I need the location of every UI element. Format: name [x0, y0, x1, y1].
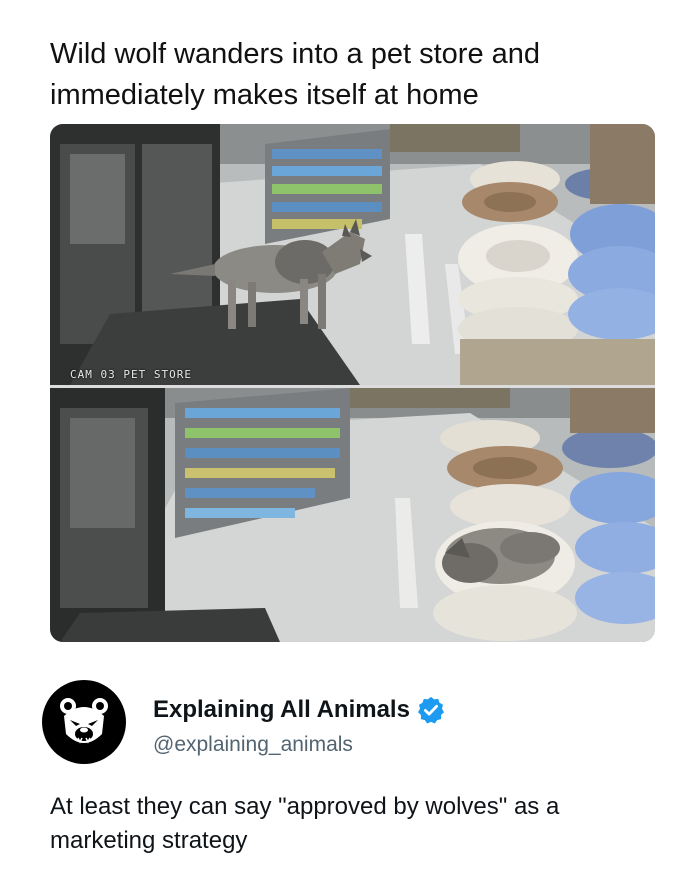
display-name[interactable]: Explaining All Animals	[153, 695, 446, 725]
display-name-text[interactable]: Explaining All Animals	[153, 696, 410, 724]
cam-label: CAM 03 PET STORE	[70, 368, 192, 381]
avatar[interactable]	[42, 680, 126, 764]
handle[interactable]: @explaining_animals	[153, 733, 353, 757]
photo-collage[interactable]: CAM 03 PET STORE	[50, 124, 655, 642]
verified-badge-icon	[417, 696, 444, 724]
headline: Wild wolf wanders into a pet store and i…	[50, 38, 541, 111]
bear-logo-icon	[60, 698, 108, 744]
photo-top-panel: CAM 03 PET STORE	[50, 124, 655, 385]
tweet-text: At least they can say "approved by wolve…	[50, 793, 560, 854]
photo-bottom-panel	[50, 388, 655, 642]
tweet-card[interactable]: Explaining All Animals @explaining_anima…	[0, 660, 700, 890]
